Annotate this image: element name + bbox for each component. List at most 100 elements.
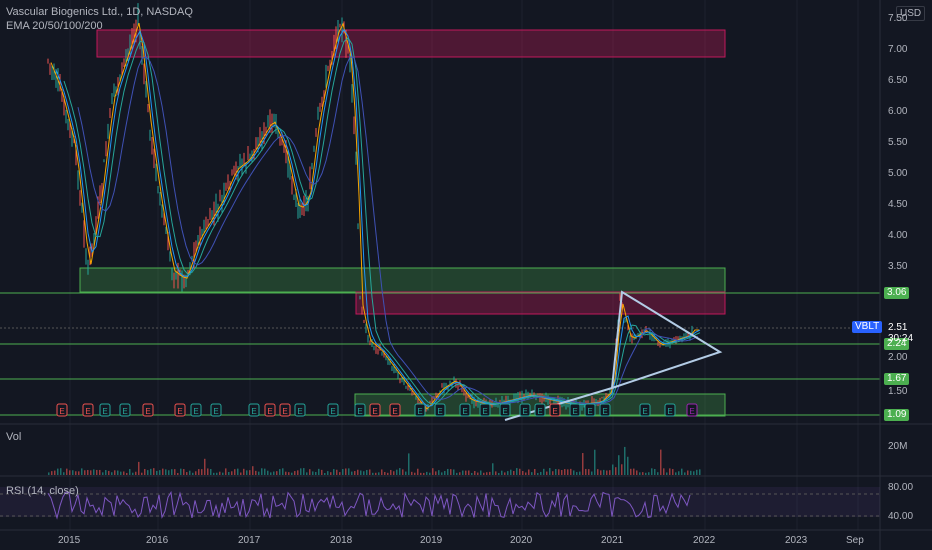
svg-text:E: E <box>330 407 335 416</box>
volume-bar <box>117 470 119 475</box>
volume-bar <box>624 446 626 475</box>
volume-bar <box>585 468 587 475</box>
earnings-marker[interactable]: E <box>248 403 260 417</box>
svg-text:E: E <box>213 407 218 416</box>
earnings-marker[interactable]: E <box>479 403 491 417</box>
earnings-marker[interactable]: E <box>686 403 698 417</box>
volume-bar <box>99 469 101 475</box>
earnings-marker[interactable]: E <box>664 403 676 417</box>
volume-bar <box>147 470 149 475</box>
earnings-marker[interactable]: E <box>519 403 531 417</box>
resistance-zone-upper[interactable] <box>96 29 726 58</box>
volume-bar <box>534 469 536 475</box>
earnings-marker[interactable]: E <box>639 403 651 417</box>
volume-bar <box>546 471 548 475</box>
volume-bar <box>360 470 362 475</box>
earnings-marker[interactable]: E <box>369 403 381 417</box>
volume-bar <box>423 472 425 475</box>
earnings-marker[interactable]: E <box>56 403 68 417</box>
earnings-marker[interactable]: E <box>210 403 222 417</box>
earnings-marker[interactable]: E <box>142 403 154 417</box>
earnings-marker[interactable]: E <box>82 403 94 417</box>
volume-bar <box>639 472 641 475</box>
symbol-title[interactable]: Vascular Biogenics Ltd., 1D, NASDAQ <box>6 6 193 19</box>
earnings-marker[interactable]: E <box>569 403 581 417</box>
earnings-marker[interactable]: E <box>99 403 111 417</box>
earnings-marker[interactable]: E <box>389 403 401 417</box>
volume-bar <box>501 470 503 475</box>
volume-bar <box>609 470 611 475</box>
volume-bar <box>660 449 662 475</box>
svg-text:E: E <box>267 407 272 416</box>
earnings-marker[interactable]: E <box>294 403 306 417</box>
earnings-marker[interactable]: E <box>414 403 426 417</box>
level-badge-109: 1.09 <box>884 409 910 421</box>
volume-bar <box>636 470 638 475</box>
volume-bar <box>564 469 566 475</box>
volume-bar <box>675 472 677 475</box>
volume-bar <box>489 471 491 475</box>
volume-bar <box>225 468 227 475</box>
volume-bar <box>687 470 689 475</box>
volume-bar <box>141 472 143 475</box>
volume-bar <box>195 471 197 475</box>
earnings-marker[interactable]: E <box>279 403 291 417</box>
earnings-marker[interactable]: E <box>584 403 596 417</box>
earnings-marker[interactable]: E <box>599 403 611 417</box>
svg-text:E: E <box>502 407 507 416</box>
volume-bar <box>357 469 359 475</box>
price-tick: 4.50 <box>888 199 908 210</box>
volume-bar <box>198 469 200 475</box>
volume-bar <box>279 469 281 475</box>
volume-bar <box>66 468 68 475</box>
earnings-marker[interactable]: E <box>534 403 546 417</box>
volume-bar <box>630 468 632 475</box>
ema-indicator-label[interactable]: EMA 20/50/100/200 <box>6 20 103 33</box>
earnings-marker[interactable]: E <box>190 403 202 417</box>
volume-bar <box>558 469 560 475</box>
price-tick: 1.50 <box>888 386 908 397</box>
volume-bar <box>264 468 266 475</box>
price-chart[interactable]: EEEEEEEEEEEEEEEEEEEEEEEEEEEEEE <box>0 0 932 550</box>
svg-text:E: E <box>689 407 694 416</box>
volume-bar <box>165 469 167 475</box>
volume-bar <box>159 470 161 475</box>
volume-bar <box>507 471 509 475</box>
svg-text:E: E <box>193 407 198 416</box>
earnings-markers[interactable]: EEEEEEEEEEEEEEEEEEEEEEEEEEEEEE <box>56 403 698 417</box>
volume-bar <box>615 467 617 475</box>
volume-bar <box>291 472 293 475</box>
volume-bar <box>696 469 698 475</box>
earnings-marker[interactable]: E <box>327 403 339 417</box>
volume-bar <box>144 469 146 475</box>
earnings-marker[interactable]: E <box>459 403 471 417</box>
svg-text:E: E <box>587 407 592 416</box>
volume-bar <box>555 469 557 475</box>
volume-bar <box>477 472 479 475</box>
volume-bar <box>258 471 260 475</box>
volume-bar <box>471 472 473 475</box>
volume-bar <box>324 472 326 475</box>
volume-bar <box>219 471 221 475</box>
rsi-label[interactable]: RSI (14, close) <box>6 485 79 498</box>
earnings-marker[interactable]: E <box>119 403 131 417</box>
volume-bar <box>684 472 686 475</box>
volume-bar <box>120 471 122 475</box>
volume-bar <box>381 469 383 475</box>
volume-bar <box>552 471 554 475</box>
earnings-marker[interactable]: E <box>549 403 561 417</box>
earnings-marker[interactable]: E <box>264 403 276 417</box>
earnings-marker[interactable]: E <box>434 403 446 417</box>
earnings-marker[interactable]: E <box>354 403 366 417</box>
volume-bar <box>627 456 629 475</box>
volume-bar <box>60 468 62 475</box>
earnings-marker[interactable]: E <box>174 403 186 417</box>
svg-text:E: E <box>122 407 127 416</box>
svg-text:E: E <box>537 407 542 416</box>
earnings-marker[interactable]: E <box>499 403 511 417</box>
volume-label[interactable]: Vol <box>6 431 21 444</box>
level-badge-306: 3.06 <box>884 287 910 299</box>
resistance-zone-lower[interactable] <box>355 291 726 315</box>
volume-bar <box>135 471 137 475</box>
volume-bar <box>561 469 563 475</box>
